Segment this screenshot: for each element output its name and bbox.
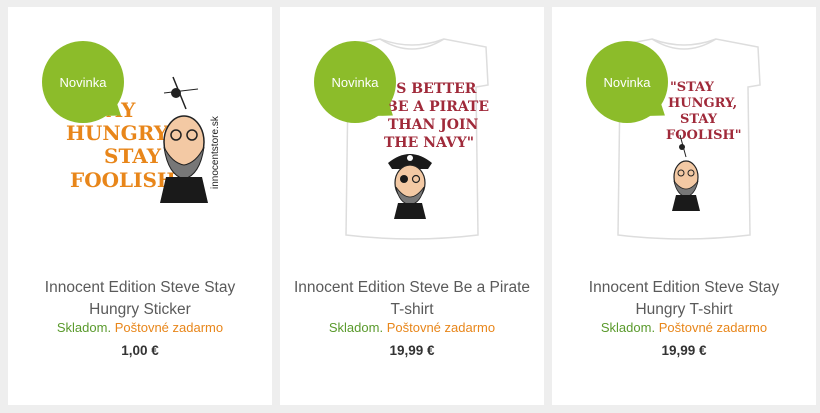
free-shipping-label: Poštovné zadarmo bbox=[386, 320, 496, 335]
sticker-line: STAY bbox=[104, 144, 162, 168]
tshirt-line: FOOLISH" bbox=[666, 128, 742, 143]
steve-portrait-illustration bbox=[160, 76, 208, 203]
product-title[interactable]: Innocent Edition Steve Be a Pirate T-shi… bbox=[290, 277, 534, 321]
product-image[interactable]: 'S BETTER BE A PIRATE THAN JOIN THE NAVY… bbox=[280, 7, 544, 272]
tshirt-line: HUNGRY, bbox=[668, 96, 737, 111]
product-title[interactable]: Innocent Edition Steve Stay Hungry Stick… bbox=[18, 277, 262, 321]
product-price: 1,00 € bbox=[121, 343, 159, 358]
in-stock-label: Skladom. bbox=[328, 320, 384, 335]
product-image[interactable]: "STAY HUNGRY, STAY FOOLISH" innocentstor… bbox=[8, 7, 272, 272]
tshirt-line: THAN JOIN bbox=[388, 117, 479, 133]
tshirt-line: "STAY bbox=[670, 80, 715, 95]
tshirt-line: 'S BETTER bbox=[392, 81, 477, 97]
availability: Skladom. Poštovné zadarmo bbox=[552, 320, 816, 335]
product-card[interactable]: "STAY HUNGRY, STAY FOOLISH" Novinka Inno… bbox=[552, 7, 816, 405]
product-image[interactable]: "STAY HUNGRY, STAY FOOLISH" bbox=[552, 7, 816, 272]
in-stock-label: Skladom. bbox=[600, 320, 656, 335]
in-stock-label: Skladom. bbox=[56, 320, 112, 335]
product-card[interactable]: 'S BETTER BE A PIRATE THAN JOIN THE NAVY… bbox=[280, 7, 544, 405]
tshirt-line: STAY bbox=[680, 112, 718, 127]
availability: Skladom. Poštovné zadarmo bbox=[8, 320, 272, 335]
sticker-line: HUNGRY, bbox=[66, 121, 172, 145]
product-title[interactable]: Innocent Edition Steve Stay Hungry T-shi… bbox=[562, 277, 806, 321]
tshirt-line: THE NAVY" bbox=[384, 135, 474, 151]
store-url-text: innocentstore.sk bbox=[210, 115, 221, 189]
availability: Skladom. Poštovné zadarmo bbox=[280, 320, 544, 335]
free-shipping-label: Poštovné zadarmo bbox=[114, 320, 224, 335]
free-shipping-label: Poštovné zadarmo bbox=[658, 320, 768, 335]
tshirt-line: BE A PIRATE bbox=[386, 99, 489, 115]
product-price: 19,99 € bbox=[389, 343, 435, 358]
product-card[interactable]: "STAY HUNGRY, STAY FOOLISH" innocentstor… bbox=[8, 7, 272, 405]
product-price: 19,99 € bbox=[661, 343, 707, 358]
